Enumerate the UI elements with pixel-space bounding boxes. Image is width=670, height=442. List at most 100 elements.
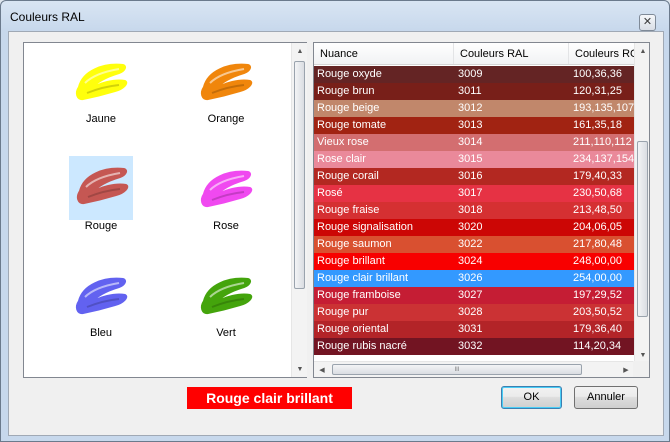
scroll-left-icon[interactable]: ◀	[314, 362, 330, 377]
close-icon: ✕	[642, 16, 653, 28]
grid-hscrollbar[interactable]: ◀ III ▶	[314, 361, 634, 377]
swatch-label: Rose	[213, 220, 239, 232]
cell-nuance: Rouge corail	[317, 170, 379, 182]
cell-ral: 3013	[458, 119, 483, 131]
selected-color-preview: Rouge clair brillant	[187, 387, 352, 409]
table-row[interactable]: Rouge oxyde 3009 100,36,36	[314, 66, 634, 83]
cell-rgb: 211,110,112	[573, 136, 632, 148]
swatch-label: Jaune	[86, 113, 116, 125]
cell-rgb: 203,50,52	[573, 306, 622, 318]
swatch-jaune[interactable]: Jaune	[69, 49, 133, 129]
table-row[interactable]: Rouge saumon 3022 217,80,48	[314, 236, 634, 253]
cell-nuance: Rouge brillant	[317, 255, 385, 267]
cell-nuance: Vieux rose	[317, 136, 369, 148]
swatch-label: Vert	[216, 327, 236, 339]
table-row[interactable]: Vieux rose 3014 211,110,112	[314, 134, 634, 151]
column-header-rgb[interactable]: Couleurs RGB	[569, 43, 634, 64]
dialog-window: Couleurs RAL ✕ Jaune Orange Rouge Rose Bleu V…	[0, 0, 670, 442]
cell-ral: 3018	[458, 204, 483, 216]
scroll-thumb[interactable]: III	[332, 364, 582, 375]
table-row[interactable]: Rouge tomate 3013 161,35,18	[314, 117, 634, 134]
swatch-rouge[interactable]: Rouge	[69, 156, 133, 236]
table-row[interactable]: Rose clair 3015 234,137,154	[314, 151, 634, 168]
swatch-label: Bleu	[89, 327, 113, 339]
cell-rgb: 248,00,00	[573, 255, 622, 267]
cell-rgb: 204,06,05	[573, 221, 622, 233]
scroll-right-icon[interactable]: ▶	[618, 362, 634, 377]
grid-header: Nuance Couleurs RAL Couleurs RGB	[314, 43, 634, 65]
cell-nuance: Rouge framboise	[317, 289, 401, 301]
cell-nuance: Rose clair	[317, 153, 366, 165]
close-button[interactable]: ✕	[639, 14, 656, 31]
table-row[interactable]: Rouge corail 3016 179,40,33	[314, 168, 634, 185]
table-row[interactable]: Rosé 3017 230,50,68	[314, 185, 634, 202]
swatch-label: Rouge	[84, 220, 118, 232]
scroll-thumb[interactable]	[294, 61, 305, 289]
cell-rgb: 179,40,33	[573, 170, 622, 182]
grid-body: Rouge oxyde 3009 100,36,36 Rouge brun 3011 12…	[314, 66, 634, 363]
cell-nuance: Rouge oxyde	[317, 68, 382, 80]
swatch-rose[interactable]: Rose	[194, 156, 258, 236]
cell-ral: 3028	[458, 306, 483, 318]
cell-nuance: Rouge signalisation	[317, 221, 414, 233]
cell-rgb: 254,00,00	[573, 272, 622, 284]
swatch-bleu[interactable]: Bleu	[69, 263, 133, 343]
cell-rgb: 234,137,154	[573, 153, 634, 165]
column-header-ral[interactable]: Couleurs RAL	[454, 43, 569, 64]
scroll-down-icon[interactable]: ▼	[292, 361, 308, 377]
cell-nuance: Rouge oriental	[317, 323, 389, 335]
cell-nuance: Rouge rubis nacré	[317, 340, 407, 352]
table-row[interactable]: Rouge pur 3028 203,50,52	[314, 304, 634, 321]
swatch-label: Orange	[207, 113, 245, 125]
paint-stroke-icon	[194, 160, 258, 216]
scroll-grip: III	[454, 366, 460, 373]
cell-nuance: Rouge saumon	[317, 238, 392, 250]
cell-rgb: 217,80,48	[573, 238, 622, 250]
paint-stroke-icon	[69, 53, 133, 109]
scroll-up-icon[interactable]: ▲	[635, 43, 649, 59]
cell-ral: 3026	[458, 272, 483, 284]
table-row[interactable]: Rouge rubis nacré 3032 114,20,34	[314, 338, 634, 355]
table-row[interactable]: Rouge beige 3012 193,135,107	[314, 100, 634, 117]
scroll-corner	[633, 361, 649, 377]
cell-rgb: 120,31,25	[573, 85, 622, 97]
table-row[interactable]: Rouge brillant 3024 248,00,00	[314, 253, 634, 270]
cell-ral: 3011	[458, 85, 482, 97]
cell-nuance: Rosé	[317, 187, 343, 199]
swatch-vert[interactable]: Vert	[194, 263, 258, 343]
window-title: Couleurs RAL	[10, 10, 85, 24]
table-row[interactable]: Rouge framboise 3027 197,29,52	[314, 287, 634, 304]
cell-ral: 3027	[458, 289, 483, 301]
ok-button[interactable]: OK	[501, 386, 562, 409]
cell-ral: 3020	[458, 221, 483, 233]
table-row[interactable]: Rouge fraise 3018 213,48,50	[314, 202, 634, 219]
table-row-selected[interactable]: Rouge clair brillant 3026 254,00,00	[314, 270, 634, 287]
cell-ral: 3024	[458, 255, 483, 267]
table-row[interactable]: Rouge signalisation 3020 204,06,05	[314, 219, 634, 236]
grid-vscrollbar[interactable]: ▲ ▼	[634, 43, 649, 363]
paint-stroke-icon	[194, 267, 258, 323]
swatch-grid: Jaune Orange Rouge Rose Bleu Vert	[24, 43, 292, 377]
scroll-thumb[interactable]	[637, 141, 648, 317]
cell-rgb: 100,36,36	[573, 68, 622, 80]
table-row[interactable]: Rouge oriental 3031 179,36,40	[314, 321, 634, 338]
color-family-list[interactable]: Jaune Orange Rouge Rose Bleu Vert ▲ ▼	[23, 42, 307, 378]
cell-rgb: 193,135,107	[573, 102, 634, 114]
cell-nuance: Rouge beige	[317, 102, 380, 114]
family-list-vscrollbar[interactable]: ▲ ▼	[291, 43, 307, 377]
cell-nuance: Rouge clair brillant	[317, 272, 409, 284]
column-header-nuance[interactable]: Nuance	[314, 43, 454, 64]
cell-ral: 3012	[458, 102, 483, 114]
cell-nuance: Rouge pur	[317, 306, 369, 318]
cell-rgb: 179,36,40	[573, 323, 622, 335]
cell-nuance: Rouge fraise	[317, 204, 380, 216]
cell-ral: 3022	[458, 238, 483, 250]
cell-ral: 3016	[458, 170, 483, 182]
swatch-orange[interactable]: Orange	[194, 49, 258, 129]
cell-ral: 3015	[458, 153, 483, 165]
cancel-button[interactable]: Annuler	[574, 386, 638, 409]
ral-color-grid: Nuance Couleurs RAL Couleurs RGB Rouge o…	[313, 42, 650, 378]
table-row[interactable]: Rouge brun 3011 120,31,25	[314, 83, 634, 100]
cell-rgb: 197,29,52	[573, 289, 622, 301]
scroll-up-icon[interactable]: ▲	[292, 43, 308, 59]
